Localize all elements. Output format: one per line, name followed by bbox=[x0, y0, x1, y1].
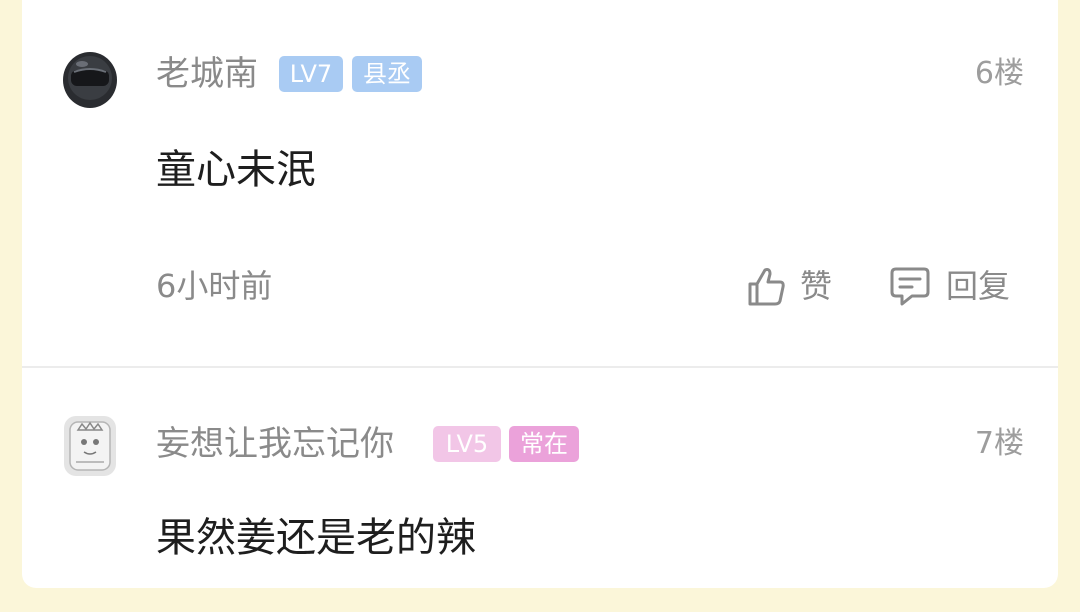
username[interactable]: 妄想让我忘记你 bbox=[156, 424, 394, 464]
like-button[interactable]: 赞 bbox=[746, 262, 832, 310]
user-avatar[interactable] bbox=[62, 44, 118, 110]
helmet-avatar-icon bbox=[63, 52, 117, 108]
comment-item: 老城南 LV7 县丞 6楼 童心未泯 6小时前 赞 回复 bbox=[22, 0, 1058, 366]
title-badge: 县丞 bbox=[352, 56, 422, 92]
title-badge: 常在 bbox=[509, 426, 579, 462]
reply-label: 回复 bbox=[946, 267, 1011, 305]
comment-bubble-icon bbox=[890, 267, 930, 306]
comment-text: 童心未泯 bbox=[156, 147, 316, 193]
level-badge: LV7 bbox=[279, 56, 343, 92]
level-badge: LV5 bbox=[433, 426, 501, 462]
comment-time: 6小时前 bbox=[156, 267, 273, 305]
like-label: 赞 bbox=[800, 267, 833, 305]
thumbs-up-icon bbox=[748, 268, 785, 306]
reply-button[interactable]: 回复 bbox=[888, 262, 1010, 310]
username[interactable]: 老城南 bbox=[156, 54, 258, 94]
floor-number: 7楼 bbox=[974, 426, 1024, 461]
cartoon-avatar-icon bbox=[64, 416, 116, 476]
user-avatar[interactable] bbox=[62, 412, 118, 478]
comment-list: 老城南 LV7 县丞 6楼 童心未泯 6小时前 赞 回复 妄想让我忘记你 LV5… bbox=[22, 0, 1058, 588]
comment-item: 妄想让我忘记你 LV5 常在 7楼 果然姜还是老的辣 bbox=[22, 368, 1058, 588]
floor-number: 6楼 bbox=[974, 56, 1024, 91]
comment-text: 果然姜还是老的辣 bbox=[156, 515, 476, 561]
